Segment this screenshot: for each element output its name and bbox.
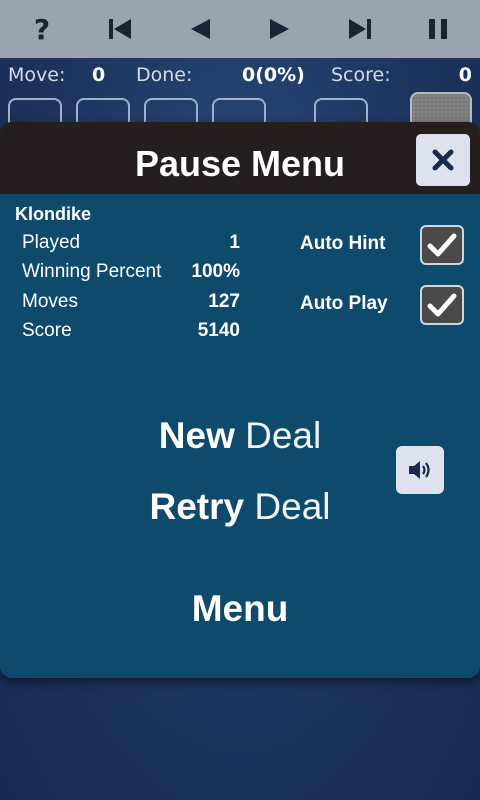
stat-value: 100%: [191, 261, 240, 282]
stat-row-played: Played 1: [22, 232, 242, 260]
stat-label: Played: [22, 232, 81, 253]
stat-label: Winning Percent: [22, 261, 162, 282]
action-bold: Menu: [191, 588, 289, 629]
help-button[interactable]: ?: [12, 3, 72, 55]
game-name: Klondike: [15, 204, 92, 224]
auto-play-label: Auto Play: [300, 293, 388, 314]
done-value: 0(0%): [242, 64, 305, 86]
stat-value: 1: [229, 232, 240, 253]
done-label: Done:: [136, 64, 193, 86]
stat-value: 5140: [197, 320, 240, 341]
pause-button[interactable]: [408, 3, 468, 55]
close-icon: [432, 149, 454, 171]
auto-hint-label: Auto Hint: [300, 233, 386, 254]
stat-row-moves: Moves 127: [22, 291, 242, 319]
checkmark-icon: [427, 293, 457, 317]
auto-play-checkbox[interactable]: [420, 285, 464, 325]
top-toolbar: ?: [0, 0, 480, 58]
menu-button[interactable]: Menu: [0, 588, 480, 630]
pause-menu-panel: Pause Menu Klondike Played 1 Winning Per…: [0, 122, 480, 678]
help-icon: ?: [33, 12, 51, 46]
stat-value: 127: [208, 291, 240, 312]
pause-icon: [428, 19, 447, 39]
skip-to-start-icon: [109, 19, 132, 39]
sound-toggle-button[interactable]: [396, 446, 444, 494]
speaker-icon: [409, 461, 430, 479]
step-back-button[interactable]: [170, 3, 230, 55]
pause-menu-title: Pause Menu: [134, 143, 346, 184]
score-value: 0: [458, 64, 472, 86]
skip-to-start-button[interactable]: [91, 3, 151, 55]
stat-row-score: Score 5140: [22, 320, 242, 348]
score-label: Score:: [331, 64, 391, 86]
stat-label: Moves: [22, 291, 78, 312]
action-bold: Retry: [149, 486, 245, 527]
checkmark-icon: [427, 233, 457, 257]
action-bold: New: [158, 415, 235, 456]
step-forward-icon: [269, 19, 289, 39]
status-bar: Move: 0 Done: 0(0%) Score: 0: [0, 60, 480, 90]
step-forward-button[interactable]: [250, 3, 310, 55]
auto-hint-checkbox[interactable]: [420, 225, 464, 265]
close-button[interactable]: [416, 134, 470, 186]
stat-row-winning-percent: Winning Percent 100%: [22, 261, 242, 289]
skip-to-end-button[interactable]: [329, 3, 389, 55]
step-back-icon: [191, 19, 211, 39]
skip-to-end-icon: [348, 19, 371, 39]
stat-label: Score: [22, 320, 72, 341]
action-light: Deal: [245, 415, 322, 456]
action-light: Deal: [254, 486, 331, 527]
move-value: 0: [92, 64, 106, 86]
move-label: Move:: [8, 64, 66, 86]
